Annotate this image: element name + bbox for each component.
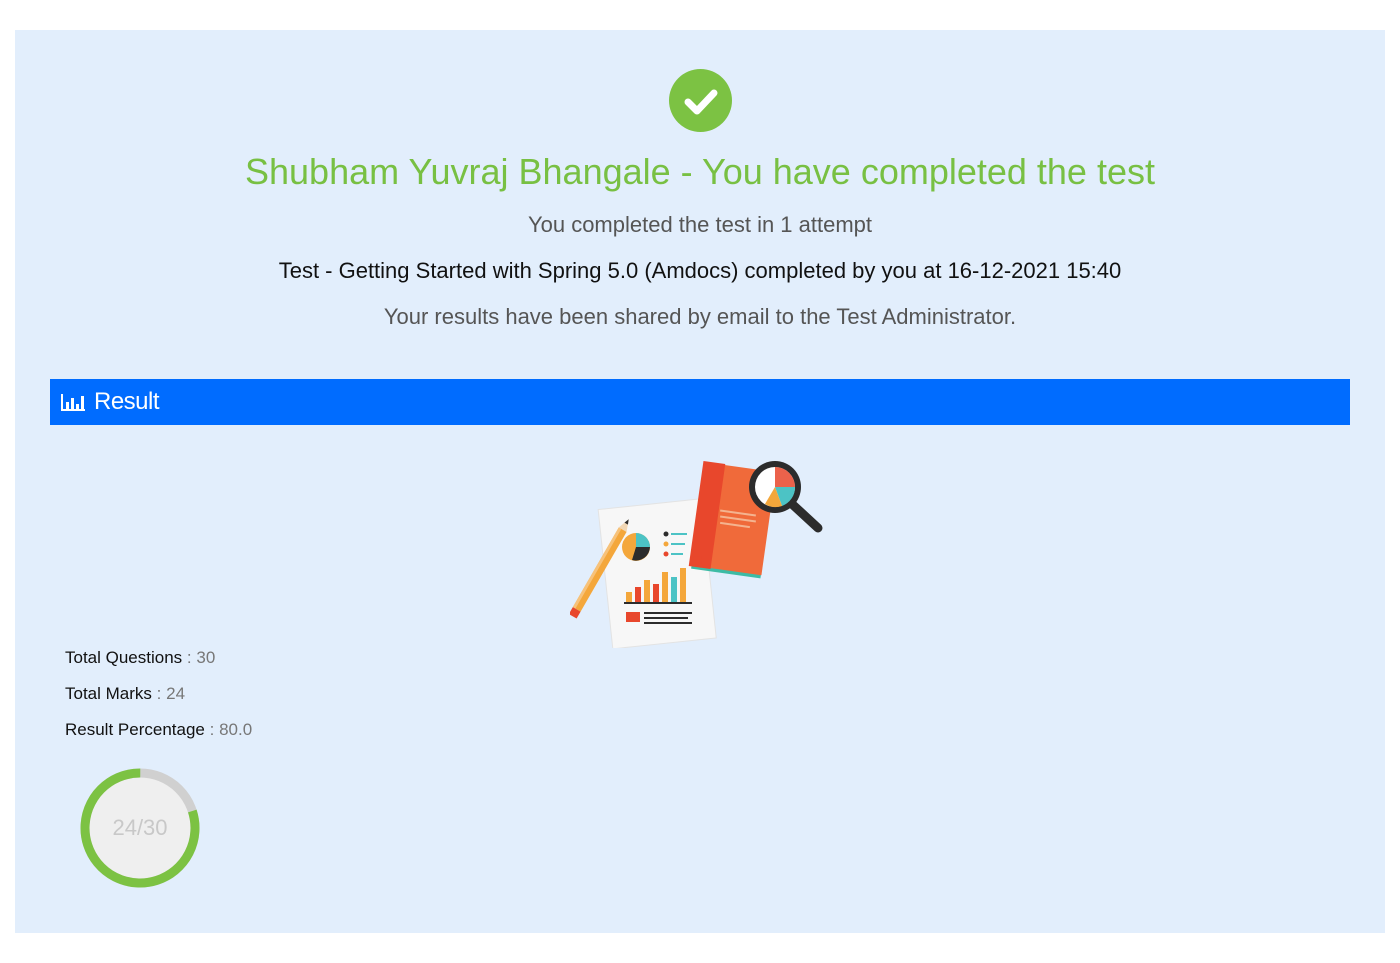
total-marks-label: Total Marks bbox=[65, 684, 152, 703]
total-questions-label: Total Questions bbox=[65, 648, 183, 667]
total-questions-row: Total Questions : 30 bbox=[65, 645, 252, 681]
separator: : bbox=[209, 720, 215, 739]
results-shared-text: Your results have been shared by email t… bbox=[383, 304, 1017, 329]
check-circle-icon bbox=[669, 69, 732, 132]
result-percentage-row: Result Percentage : 80.0 bbox=[65, 717, 252, 753]
attempt-text: You completed the test in 1 attempt bbox=[527, 212, 873, 237]
result-heading: Result bbox=[94, 388, 160, 415]
test-completed-text: Test - Getting Started with Spring 5.0 (… bbox=[278, 258, 1122, 283]
result-header-bar: Result bbox=[50, 379, 1350, 425]
completion-title: Shubham Yuvraj Bhangale - You have compl… bbox=[245, 151, 1155, 192]
total-marks-row: Total Marks : 24 bbox=[65, 681, 252, 717]
report-illustration bbox=[568, 452, 832, 650]
separator: : bbox=[156, 684, 162, 703]
result-percentage-label: Result Percentage bbox=[65, 720, 205, 739]
score-donut-label: 24/30 bbox=[112, 815, 168, 840]
separator: : bbox=[186, 648, 192, 667]
total-questions-value: 30 bbox=[196, 648, 216, 667]
bar-chart-icon bbox=[60, 392, 86, 412]
result-stats: Total Questions : 30 Total Marks : 24 Re… bbox=[65, 645, 252, 753]
result-percentage-value: 80.0 bbox=[219, 720, 253, 739]
total-marks-value: 24 bbox=[166, 684, 186, 703]
